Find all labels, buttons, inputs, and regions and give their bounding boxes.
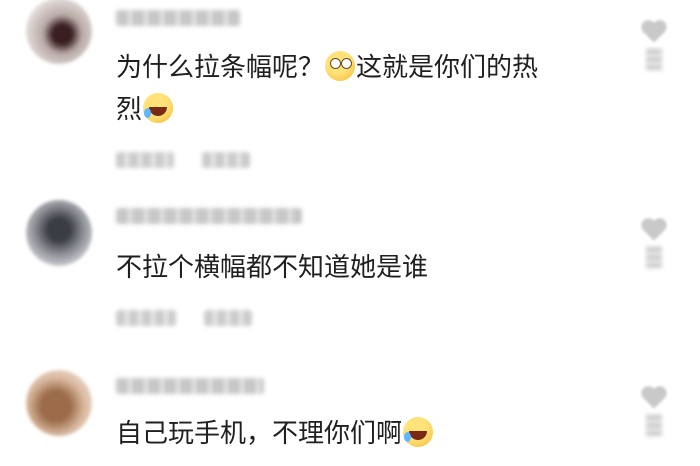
rolling-eyes-emoji-icon (325, 51, 356, 81)
laughing-tears-emoji-icon (403, 417, 434, 447)
like-button[interactable] (634, 18, 674, 70)
comment-text: 不拉个横幅都不知道她是谁 (116, 248, 428, 288)
like-count-blurred (646, 414, 662, 436)
avatar[interactable] (26, 0, 92, 64)
heart-icon[interactable] (640, 384, 668, 410)
like-count-blurred (646, 246, 662, 268)
comment-meta (116, 310, 280, 326)
username-blurred[interactable] (116, 208, 302, 224)
comment-text-part: 不拉个横幅都不知道她是谁 (116, 253, 429, 283)
like-count-blurred (646, 48, 662, 70)
like-button[interactable] (634, 216, 674, 268)
comment-item: 不拉个横幅都不知道她是谁 (0, 196, 700, 336)
reply-button-blurred[interactable] (202, 152, 250, 168)
comment-thread: 为什么拉条幅呢？ 这就是你们的热 烈 不拉个横幅都不知道她是谁 自己玩手机，不理… (0, 0, 700, 466)
reply-button-blurred[interactable] (204, 310, 252, 326)
timestamp-blurred (116, 310, 176, 326)
comment-text: 为什么拉条幅呢？ 这就是你们的热 (116, 48, 538, 88)
comment-text-part: 自己玩手机，不理你们啊 (116, 419, 403, 449)
timestamp-blurred (116, 152, 174, 168)
heart-icon[interactable] (640, 216, 668, 242)
comment-text-part: 这就是你们的热 (356, 53, 539, 83)
comment-text: 自己玩手机，不理你们啊 (116, 414, 434, 454)
heart-icon[interactable] (640, 18, 668, 44)
like-button[interactable] (634, 384, 674, 436)
comment-text-part: 烈 (116, 95, 143, 125)
comment-meta (116, 152, 278, 168)
avatar[interactable] (26, 370, 92, 436)
comment-text-line2: 烈 (116, 90, 174, 130)
comment-text-part: 为什么拉条幅呢？ (116, 53, 325, 83)
comment-item: 自己玩手机，不理你们啊 (0, 362, 700, 466)
avatar[interactable] (26, 200, 92, 266)
username-blurred[interactable] (116, 378, 264, 394)
laughing-tears-emoji-icon (143, 93, 174, 123)
username-blurred[interactable] (116, 10, 240, 26)
comment-item: 为什么拉条幅呢？ 这就是你们的热 烈 (0, 0, 700, 180)
